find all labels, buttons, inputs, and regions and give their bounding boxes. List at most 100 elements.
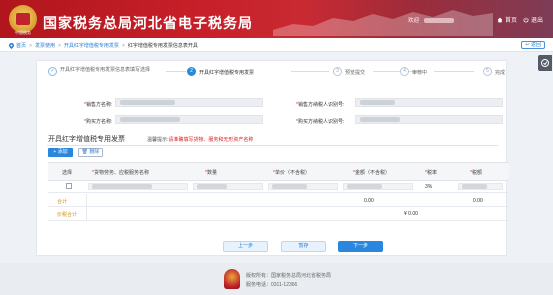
welcome-text: 欢迎	[408, 16, 454, 24]
step-connector	[166, 71, 186, 72]
home-link[interactable]: 首页	[497, 15, 517, 24]
step-2-number: 2	[187, 67, 196, 76]
home-link-label: 首页	[505, 18, 518, 24]
total-tax: 0.00	[473, 198, 483, 204]
col-select-label: 选择	[62, 170, 73, 176]
back-arrow-icon: ↩	[525, 42, 530, 48]
column-divider	[86, 194, 87, 207]
step-3-number: 3	[333, 67, 342, 76]
buyer-tax-label: *购买方纳税人识别号:	[296, 118, 344, 125]
row-checkbox[interactable]	[66, 183, 72, 189]
delete-row-button[interactable]: 🗑 删除	[78, 148, 103, 157]
col-tax-amount: *税额	[470, 169, 482, 176]
col-quantity: *数量	[205, 169, 217, 176]
seller-name-field	[115, 98, 263, 107]
redacted-value	[360, 100, 395, 105]
next-step-button[interactable]: 下一步	[338, 241, 383, 252]
tax-emblem-logo	[9, 5, 37, 33]
breadcrumb-red-invoice[interactable]: 开具红字增值税专用发票	[64, 43, 119, 49]
redacted-value	[120, 100, 175, 105]
delete-row-label: 删除	[89, 149, 100, 155]
breadcrumb-home[interactable]: 首页	[16, 43, 26, 49]
toggle-icon	[541, 59, 549, 67]
step-1-label: 开具红字增值税专用发票信息表填写选择	[60, 67, 151, 73]
step-1-check-icon: ✓	[48, 67, 57, 76]
welcome-label: 欢迎	[408, 18, 420, 24]
redacted-value	[120, 117, 180, 122]
action-bar: 上一步 暂存 下一步	[37, 241, 508, 253]
step-2-label: 开具红字增值税专用发票	[199, 70, 255, 76]
seller-tax-field	[355, 98, 503, 107]
table-header: 选择 *货物劳务、应税服务名称 *数量 *单价（不含税） *金额（不含税） *税…	[48, 162, 509, 181]
breadcrumb-separator: >	[29, 43, 32, 49]
col-quantity-label: 数量	[206, 170, 217, 176]
grand-total-row: 价税合计 ¥ 0.00	[48, 207, 509, 221]
redacted-value	[197, 184, 227, 189]
section-title: 开具红字增值税专用发票	[48, 136, 125, 143]
add-row-button[interactable]: + 添加	[48, 148, 73, 157]
tax-rate-value: 3%	[425, 184, 433, 190]
section-divider	[47, 145, 498, 146]
back-button-label: 返回	[530, 42, 541, 48]
buyer-name-label-text: 购买方名称:	[85, 119, 113, 125]
top-banner: 中国税务 国家税务总局河北省电子税务局 欢迎 首页 退出	[0, 0, 553, 38]
tax-emblem-icon	[224, 269, 240, 289]
logout-link[interactable]: 退出	[523, 15, 543, 24]
col-tax-rate: *税率	[425, 169, 437, 176]
hint-prefix: 温馨提示:	[147, 137, 169, 143]
redacted-value	[347, 184, 382, 189]
buyer-name-label: *购买方名称:	[84, 118, 112, 125]
hint-warning: 请准确填写货物、服务和无形资产名称	[168, 137, 254, 143]
goods-name-cell[interactable]	[88, 183, 188, 190]
total-label: 合计	[57, 199, 68, 205]
breadcrumb-invoice-use[interactable]: 发票使用	[35, 43, 55, 49]
hint-text: 温馨提示:请准确填写货物、服务和无形资产名称	[147, 136, 253, 143]
side-toggle-button[interactable]	[538, 55, 552, 71]
quantity-cell[interactable]	[193, 183, 263, 190]
save-draft-button[interactable]: 暂存	[281, 241, 326, 252]
step-4-label: 审核中	[412, 70, 428, 76]
redacted-value	[462, 184, 487, 189]
prev-step-button[interactable]: 上一步	[223, 241, 268, 252]
add-row-label: 添加	[57, 149, 68, 155]
service-phone-text: 服务电话：0311-12366	[246, 282, 298, 288]
step-connector	[434, 71, 474, 72]
seller-name-label-text: 销售方名称:	[85, 102, 113, 108]
col-tax-rate-label: 税率	[426, 170, 437, 176]
seller-name-label: *销售方名称:	[84, 101, 112, 108]
breadcrumb-separator: >	[57, 43, 61, 49]
breadcrumb-separator: >	[121, 43, 125, 49]
col-goods-name-label: 货物劳务、应税服务名称	[93, 170, 149, 176]
step-5-label: 完成	[495, 70, 506, 76]
col-tax-amount-label: 税额	[471, 170, 482, 176]
step-3-label: 预览提交	[345, 70, 366, 76]
unit-price-cell[interactable]	[268, 183, 338, 190]
trash-icon: 🗑	[81, 149, 88, 155]
buyer-tax-field	[355, 115, 503, 124]
breadcrumb: 首页 > 发票使用 > 开具红字增值税专用发票 > 红字增值税专用发票信息表开具 ↩ 返回	[0, 38, 553, 52]
buyer-tax-label-text: 购买方纳税人识别号:	[297, 119, 345, 125]
column-divider	[86, 207, 87, 221]
total-row: 合计 0.00 0.00	[48, 194, 509, 207]
grand-total-value: ¥ 0.00	[404, 211, 418, 217]
redacted-user-name	[423, 18, 454, 24]
total-amount: 0.00	[364, 198, 374, 204]
tax-amount-cell[interactable]	[458, 183, 503, 190]
seller-tax-label: *销售方纳税人识别号:	[296, 101, 344, 108]
redacted-value	[92, 184, 152, 189]
seller-tax-label-text: 销售方纳税人识别号:	[297, 102, 345, 108]
site-title: 国家税务总局河北省电子税务局	[43, 15, 253, 31]
footer: 版权所有：国家税务总局河北省税务局 服务电话：0311-12366	[0, 263, 553, 295]
grand-total-label: 价税合计	[57, 212, 78, 218]
amount-cell[interactable]	[343, 183, 413, 190]
buyer-name-field	[115, 115, 263, 124]
back-button[interactable]: ↩ 返回	[521, 41, 545, 49]
location-pin-icon	[9, 42, 14, 49]
main-panel: ✓ 开具红字增值税专用发票信息表填写选择 2 开具红字增值税专用发票 3 预览提…	[36, 60, 509, 256]
great-wall-icon	[273, 10, 493, 36]
col-amount: *金额（不含税）	[353, 169, 390, 176]
copyright-text: 版权所有：国家税务总局河北省税务局	[246, 273, 332, 279]
table-row: 3%	[48, 181, 509, 193]
redacted-value	[360, 117, 400, 122]
progress-steps: ✓ 开具红字增值税专用发票信息表填写选择 2 开具红字增值税专用发票 3 预览提…	[37, 67, 508, 89]
